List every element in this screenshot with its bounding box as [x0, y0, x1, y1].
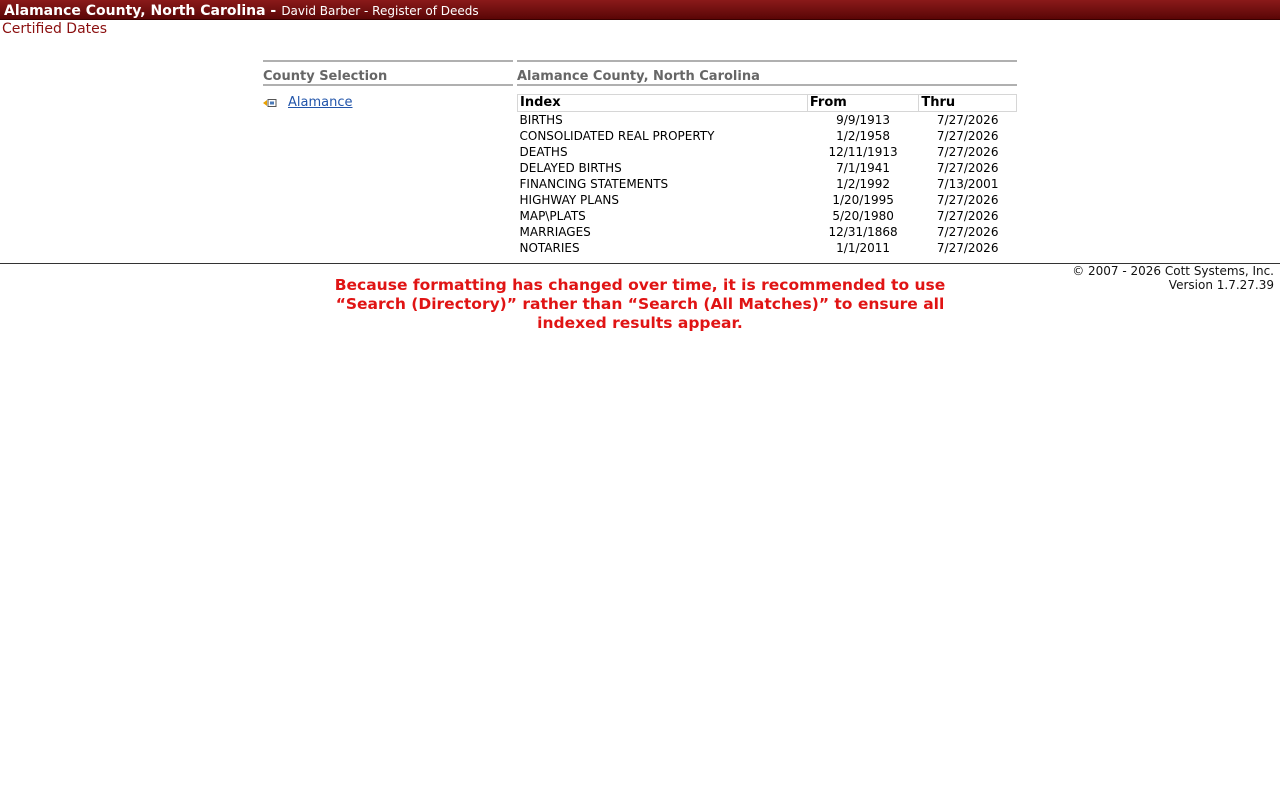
column-header-from: From — [806, 94, 920, 112]
index-name: MARRIAGES — [519, 225, 591, 239]
column-header-index: Index — [517, 94, 808, 112]
arrow-select-icon — [263, 97, 277, 107]
version-text: Version 1.7.27.39 — [1168, 278, 1274, 292]
from-date: 1/2/1958 — [836, 129, 891, 143]
county-detail-heading: Alamance County, North Carolina — [517, 60, 1017, 86]
table-row: BIRTHS 9/9/1913 7/27/2026 — [518, 112, 1017, 129]
table-header-row: Index From Thru — [517, 94, 1017, 112]
index-name: DELAYED BIRTHS — [519, 161, 622, 175]
table-row: MAP\PLATS 5/20/1980 7/27/2026 — [518, 208, 1017, 224]
header-bar: Alamance County, North Carolina - David … — [0, 0, 1280, 20]
index-name: MAP\PLATS — [519, 209, 586, 223]
index-name: FINANCING STATEMENTS — [519, 177, 669, 191]
county-title: Alamance County, North Carolina - — [4, 3, 277, 19]
index-name: DEATHS — [519, 145, 568, 159]
county-list-item[interactable]: Alamance — [263, 94, 513, 110]
thru-date: 7/13/2001 — [936, 177, 999, 191]
table-row: NOTARIES 1/1/2011 7/27/2026 — [518, 240, 1017, 256]
index-name: CONSOLIDATED REAL PROPERTY — [519, 129, 715, 143]
footer: © 2007 - 2026 Cott Systems, Inc. Version… — [1072, 264, 1274, 292]
search-recommendation-notice: Because formatting has changed over time… — [334, 276, 946, 332]
register-of-deeds-name: David Barber - Register of Deeds — [281, 4, 479, 18]
from-date: 12/31/1868 — [828, 225, 898, 239]
thru-date: 7/27/2026 — [936, 225, 999, 239]
thru-date: 7/27/2026 — [936, 209, 999, 223]
from-date: 1/20/1995 — [832, 193, 894, 207]
table-row: CONSOLIDATED REAL PROPERTY 1/2/1958 7/27… — [518, 128, 1017, 144]
county-selection-heading: County Selection — [263, 60, 513, 86]
thru-date: 7/27/2026 — [936, 161, 999, 175]
from-date: 1/2/1992 — [836, 177, 891, 191]
from-date: 1/1/2011 — [836, 241, 891, 255]
index-name: NOTARIES — [519, 241, 580, 255]
index-name: BIRTHS — [519, 113, 563, 127]
table-row: MARRIAGES 12/31/1868 7/27/2026 — [518, 224, 1017, 240]
certified-dates-table: Index From Thru BIRTHS 9/9/1913 7/27/202… — [517, 94, 1017, 256]
county-link-alamance[interactable]: Alamance — [288, 95, 353, 110]
thru-date: 7/27/2026 — [936, 113, 999, 127]
column-header-thru: Thru — [918, 94, 1017, 112]
thru-date: 7/27/2026 — [936, 193, 999, 207]
table-row: DELAYED BIRTHS 7/1/1941 7/27/2026 — [518, 160, 1017, 176]
thru-date: 7/27/2026 — [936, 145, 999, 159]
table-row: DEATHS 12/11/1913 7/27/2026 — [518, 144, 1017, 160]
page-subtitle: Certified Dates — [2, 21, 108, 37]
table-row: HIGHWAY PLANS 1/20/1995 7/27/2026 — [518, 192, 1017, 208]
thru-date: 7/27/2026 — [936, 129, 999, 143]
county-selection-panel: County Selection Alamance — [263, 60, 513, 110]
certified-dates-panel: Alamance County, North Carolina Index Fr… — [517, 60, 1017, 256]
copyright-text: © 2007 - 2026 Cott Systems, Inc. — [1072, 264, 1274, 278]
from-date: 12/11/1913 — [828, 145, 898, 159]
from-date: 9/9/1913 — [836, 113, 891, 127]
index-name: HIGHWAY PLANS — [519, 193, 620, 207]
thru-date: 7/27/2026 — [936, 241, 999, 255]
table-row: FINANCING STATEMENTS 1/2/1992 7/13/2001 — [518, 176, 1017, 192]
from-date: 5/20/1980 — [832, 209, 894, 223]
from-date: 7/1/1941 — [836, 161, 891, 175]
